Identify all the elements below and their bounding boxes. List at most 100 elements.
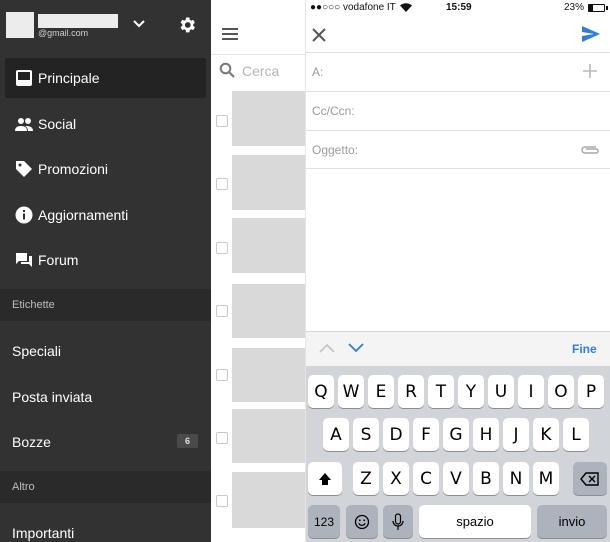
key-k[interactable]: K — [533, 418, 559, 451]
sidebar-item-aggiornamenti[interactable]: Aggiornamenti — [0, 195, 211, 235]
search-icon[interactable] — [219, 62, 235, 78]
checkbox[interactable] — [216, 178, 228, 190]
cc-label: Cc/Ccn: — [312, 104, 355, 118]
key-h[interactable]: H — [473, 418, 499, 451]
sidebar-item-label: Promozioni — [38, 161, 109, 177]
emoji-key[interactable] — [346, 505, 378, 538]
key-f[interactable]: F — [413, 418, 439, 451]
forum-icon — [16, 253, 32, 267]
sidebar-item-promozioni[interactable]: Promozioni — [0, 149, 211, 189]
section-label: Etichette — [12, 299, 55, 311]
backspace-key[interactable] — [573, 462, 607, 495]
sidebar-item-importanti[interactable]: Importanti — [0, 513, 211, 542]
checkbox[interactable] — [216, 305, 228, 317]
section-header-etichette: Etichette — [0, 289, 211, 321]
list-item[interactable] — [211, 155, 305, 212]
message-preview-redacted — [232, 91, 305, 146]
inbox-icon — [16, 70, 32, 86]
section-header-altro: Altro — [0, 471, 211, 503]
key-m[interactable]: M — [533, 462, 559, 495]
sidebar-item-principale[interactable]: Principale — [5, 58, 206, 98]
checkbox[interactable] — [216, 495, 228, 507]
key-s[interactable]: S — [353, 418, 379, 451]
message-preview-redacted — [232, 409, 305, 463]
to-field[interactable]: A: — [306, 52, 610, 91]
key-c[interactable]: C — [413, 462, 439, 495]
account-email: @gmail.com — [38, 28, 89, 38]
key-u[interactable]: U — [488, 375, 514, 408]
shift-icon — [319, 472, 331, 485]
account-name-redacted — [38, 14, 118, 28]
list-item[interactable] — [211, 91, 305, 148]
key-e[interactable]: E — [368, 375, 394, 408]
key-i[interactable]: I — [518, 375, 544, 408]
emoji-icon — [354, 514, 370, 529]
key-r[interactable]: R — [398, 375, 424, 408]
return-key[interactable]: invio — [537, 505, 607, 538]
microphone-icon — [392, 512, 404, 530]
message-preview-redacted — [232, 218, 305, 273]
chevron-down-icon[interactable] — [132, 17, 146, 31]
info-icon — [15, 206, 33, 224]
key-q[interactable]: Q — [308, 375, 334, 408]
list-item[interactable] — [211, 218, 305, 275]
close-icon[interactable] — [310, 26, 328, 44]
message-preview-redacted — [232, 348, 305, 402]
menu-icon[interactable] — [222, 28, 238, 40]
count-badge: 6 — [176, 434, 198, 448]
list-item[interactable] — [211, 472, 305, 529]
key-v[interactable]: V — [443, 462, 469, 495]
keyboard: Q W E R T Y U I O P A S D F G H J K L Z … — [306, 366, 610, 542]
key-a[interactable]: A — [323, 418, 349, 451]
shift-key[interactable] — [308, 462, 342, 495]
sidebar-item-forum[interactable]: Forum — [0, 240, 211, 280]
sidebar-item-social[interactable]: Social — [0, 104, 211, 144]
compose-toolbar — [306, 17, 610, 52]
sidebar-item-posta-inviata[interactable]: Posta inviata — [0, 377, 211, 417]
key-l[interactable]: L — [563, 418, 589, 451]
key-g[interactable]: G — [443, 418, 469, 451]
clock: 15:59 — [446, 2, 472, 13]
sidebar-item-label: Importanti — [12, 525, 75, 541]
key-d[interactable]: D — [383, 418, 409, 451]
sidebar-item-label: Aggiornamenti — [38, 207, 129, 223]
status-bar: ●●○○○ vodafone IT 15:59 23% — [306, 0, 610, 17]
numbers-key[interactable]: 123 — [308, 505, 340, 538]
key-z[interactable]: Z — [353, 462, 379, 495]
account-avatar[interactable] — [6, 12, 34, 38]
checkbox[interactable] — [216, 115, 228, 127]
chevron-down-icon[interactable] — [347, 341, 365, 355]
search-input[interactable]: Cerca — [242, 63, 279, 79]
sidebar-item-label: Principale — [38, 70, 100, 86]
gear-icon[interactable] — [177, 15, 197, 35]
chevron-up-icon[interactable] — [318, 341, 336, 355]
key-p[interactable]: P — [578, 375, 604, 408]
add-contact-icon[interactable] — [582, 63, 598, 79]
key-y[interactable]: Y — [458, 375, 484, 408]
list-item[interactable] — [211, 409, 305, 466]
space-key[interactable]: spazio — [419, 505, 531, 538]
key-w[interactable]: W — [338, 375, 364, 408]
key-x[interactable]: X — [383, 462, 409, 495]
checkbox[interactable] — [216, 369, 228, 381]
message-preview-redacted — [232, 155, 305, 210]
done-button[interactable]: Fine — [572, 342, 597, 356]
send-icon[interactable] — [581, 25, 601, 43]
sidebar-item-speciali[interactable]: Speciali — [0, 331, 211, 371]
sidebar-item-bozze[interactable]: Bozze 6 — [0, 422, 211, 462]
cc-field[interactable]: Cc/Ccn: — [306, 91, 610, 130]
checkbox[interactable] — [216, 432, 228, 444]
sidebar-item-label: Forum — [38, 252, 79, 268]
key-t[interactable]: T — [428, 375, 454, 408]
key-j[interactable]: J — [503, 418, 529, 451]
checkbox[interactable] — [216, 242, 228, 254]
key-o[interactable]: O — [548, 375, 574, 408]
subject-field[interactable]: Oggetto: — [306, 130, 610, 169]
key-n[interactable]: N — [503, 462, 529, 495]
list-item[interactable] — [211, 348, 305, 405]
dictation-key[interactable] — [383, 505, 413, 538]
backspace-icon — [580, 471, 599, 486]
key-b[interactable]: B — [473, 462, 499, 495]
list-item[interactable] — [211, 284, 305, 341]
attachment-icon[interactable] — [579, 144, 601, 156]
